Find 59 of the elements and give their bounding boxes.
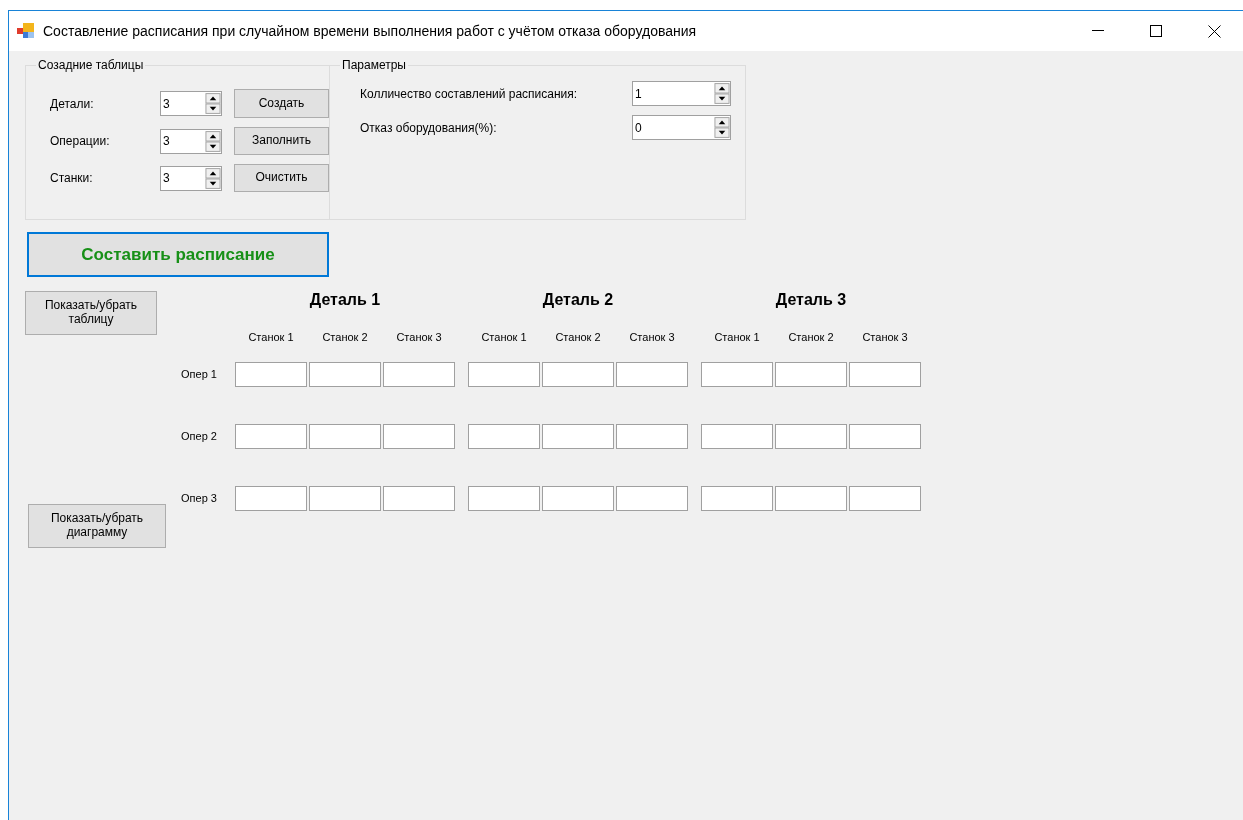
field-label: Отказ оборудования(%):: [360, 119, 498, 137]
column-header: Станок 2: [321, 330, 369, 346]
input-field[interactable]: [309, 424, 381, 449]
row-label: Опер 2: [181, 429, 218, 445]
input-field[interactable]: [383, 362, 455, 387]
minimize-icon: [1092, 30, 1104, 32]
input-field[interactable]: [468, 486, 540, 511]
input-field[interactable]: [309, 362, 381, 387]
field-label: Станки:: [50, 170, 94, 187]
input-field[interactable]: [775, 486, 847, 511]
input-field[interactable]: [235, 362, 307, 387]
app-icon: [17, 23, 35, 39]
column-header: Станок 2: [554, 330, 602, 346]
input-field[interactable]: [542, 424, 614, 449]
window-title: Составление расписания при случайном времени выполнения работ с учётом отказа оборудования: [43, 21, 698, 41]
field-label: Колличество составлений расписания:: [360, 85, 579, 103]
action-button[interactable]: Заполнить: [234, 127, 329, 155]
input-field[interactable]: [616, 486, 688, 511]
input-field[interactable]: [701, 486, 773, 511]
input-field[interactable]: [849, 362, 921, 387]
close-icon: [1207, 24, 1221, 38]
column-header: Станок 3: [395, 330, 443, 346]
input-field[interactable]: [309, 486, 381, 511]
column-header: Станок 3: [861, 330, 909, 346]
column-header: Станок 2: [787, 330, 835, 346]
input-field[interactable]: [468, 424, 540, 449]
input-field[interactable]: [542, 486, 614, 511]
column-header: Станок 1: [713, 330, 761, 346]
toggle-table-button[interactable]: Показать/убрать таблицу: [25, 291, 157, 335]
action-button[interactable]: Очистить: [234, 164, 329, 192]
input-field[interactable]: [849, 486, 921, 511]
group-title: Параметры: [341, 59, 407, 71]
input-field[interactable]: [468, 362, 540, 387]
group-title: Созадние таблицы: [37, 59, 145, 71]
column-header: Станок 1: [247, 330, 295, 346]
input-field[interactable]: [542, 362, 614, 387]
input-field[interactable]: [701, 362, 773, 387]
action-button[interactable]: Создать: [234, 89, 329, 118]
input-field[interactable]: [383, 424, 455, 449]
input-field[interactable]: [235, 486, 307, 511]
input-field[interactable]: [775, 362, 847, 387]
field-label: Операции:: [50, 133, 111, 150]
detail-title: Деталь 1: [308, 290, 382, 310]
input-field[interactable]: [775, 424, 847, 449]
row-label: Опер 3: [181, 491, 218, 507]
toggle-chart-button[interactable]: Показать/убрать диаграмму: [28, 504, 166, 548]
input-field[interactable]: [616, 424, 688, 449]
column-header: Станок 3: [628, 330, 676, 346]
input-field[interactable]: [616, 362, 688, 387]
detail-title: Деталь 3: [774, 290, 848, 310]
input-field[interactable]: [383, 486, 455, 511]
column-header: Станок 1: [480, 330, 528, 346]
input-field[interactable]: [849, 424, 921, 449]
field-label: Детали:: [50, 95, 95, 113]
maximize-icon: [1150, 25, 1162, 37]
detail-title: Деталь 2: [541, 290, 615, 310]
row-label: Опер 1: [181, 367, 218, 383]
input-field[interactable]: [701, 424, 773, 449]
input-field[interactable]: [235, 424, 307, 449]
